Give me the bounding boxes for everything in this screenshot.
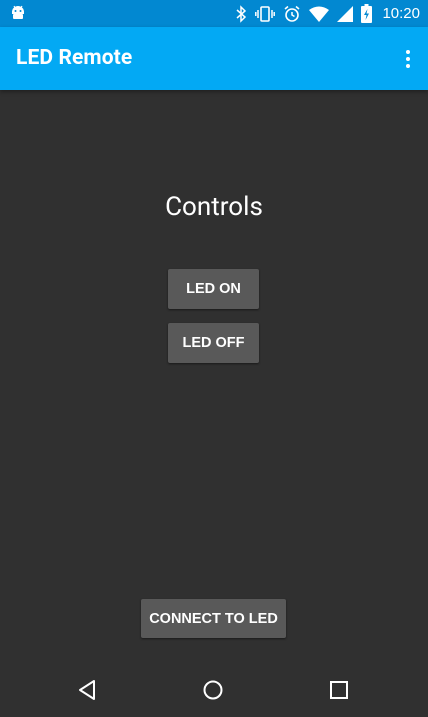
status-clock: 10:20 [382,5,420,22]
battery-charging-icon [361,4,373,23]
back-icon[interactable] [76,678,100,702]
status-icons: 10:20 [235,0,420,27]
status-bar: 10:20 [0,0,428,27]
wifi-icon [309,6,330,22]
more-vert-icon[interactable] [396,39,420,79]
led-on-button[interactable]: LED ON [168,269,259,309]
android-debug-icon [10,4,26,22]
recents-icon[interactable] [327,678,351,702]
app-bar: LED Remote [0,27,428,90]
navigation-bar [0,660,428,717]
vibrate-icon [255,5,276,23]
controls-heading: Controls [165,192,263,222]
bluetooth-icon [235,4,247,23]
app-title: LED Remote [16,46,133,70]
led-off-button[interactable]: LED OFF [168,323,259,363]
connect-to-led-button[interactable]: CONNECT TO LED [141,599,286,638]
cell-signal-icon [337,5,354,22]
alarm-icon [283,5,301,23]
home-icon[interactable] [201,678,225,702]
